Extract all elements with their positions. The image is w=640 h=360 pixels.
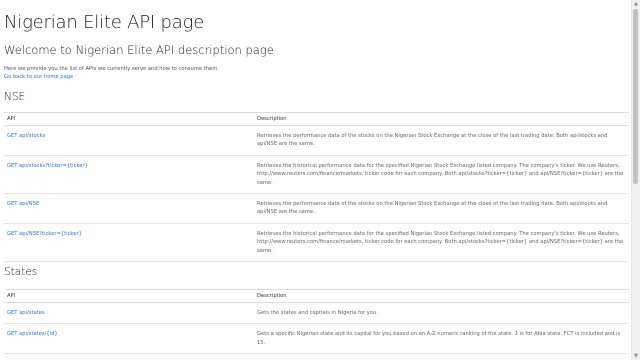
nse-api-table: API Description GET api/stocks Retrieves… — [4, 112, 629, 263]
triangle-down-icon[interactable]: ▼ — [633, 353, 639, 359]
api-link[interactable]: GET api/states/{id} — [7, 331, 58, 337]
intro-text: Here we provide you the list of APIs we … — [4, 66, 219, 72]
column-header-api: API — [4, 112, 254, 126]
page-title: Nigerian Elite API page — [4, 12, 205, 33]
api-cell: GET api/states — [4, 302, 254, 325]
table-row: GET api/NSE?ticker={ticker} Retrieves th… — [4, 223, 629, 263]
column-header-description: Description — [254, 289, 629, 303]
table-header-row: API Description — [4, 289, 629, 303]
table-row: GET api/stocks Retrieves the performance… — [4, 125, 629, 156]
vertical-scrollbar[interactable]: ▲ ▼ — [631, 0, 640, 360]
description-cell: Retrieves the performance data of the st… — [254, 193, 629, 224]
table-row: GET api/stocks?ticker={ticker} Retrieves… — [4, 155, 629, 195]
api-cell: GET api/states/{id} — [4, 323, 254, 355]
section-title-nse: NSE — [4, 91, 26, 103]
api-link[interactable]: GET api/NSE?ticker={ticker} — [7, 231, 82, 237]
api-link[interactable]: GET api/stocks — [7, 133, 45, 139]
triangle-up-icon[interactable]: ▲ — [633, 1, 639, 7]
api-link[interactable]: GET api/stocks?ticker={ticker} — [7, 163, 88, 169]
scrollbar-thumb[interactable] — [633, 9, 638, 184]
home-link[interactable]: Go back to our home page — [4, 74, 73, 80]
welcome-heading: Welcome to Nigerian Elite API descriptio… — [4, 43, 274, 57]
description-cell: Retrieves the historical performance dat… — [254, 155, 629, 195]
description-cell: Gets the states and capitals in Nigeria … — [254, 302, 629, 325]
table-row: GET api/NSE Retrieves the performance da… — [4, 193, 629, 224]
description-cell: Retrieves the performance data of the st… — [254, 125, 629, 156]
section-title-states: States — [4, 266, 38, 278]
api-cell: GET api/stocks — [4, 125, 254, 156]
api-cell: GET api/stocks?ticker={ticker} — [4, 155, 254, 195]
api-cell: GET api/NSE?ticker={ticker} — [4, 223, 254, 263]
description-cell: Gets a specific Nigerian state and its c… — [254, 323, 629, 355]
table-row: GET api/states Gets the states and capit… — [4, 302, 629, 325]
table-row: GET api/states/{id} Gets a specific Nige… — [4, 323, 629, 355]
states-api-table: API Description GET api/states Gets the … — [4, 289, 629, 355]
api-cell: GET api/NSE — [4, 193, 254, 224]
column-header-description: Description — [254, 112, 629, 126]
api-link[interactable]: GET api/states — [7, 310, 45, 316]
table-header-row: API Description — [4, 112, 629, 126]
description-cell: Retrieves the historical performance dat… — [254, 223, 629, 263]
api-link[interactable]: GET api/NSE — [7, 201, 39, 207]
column-header-api: API — [4, 289, 254, 303]
